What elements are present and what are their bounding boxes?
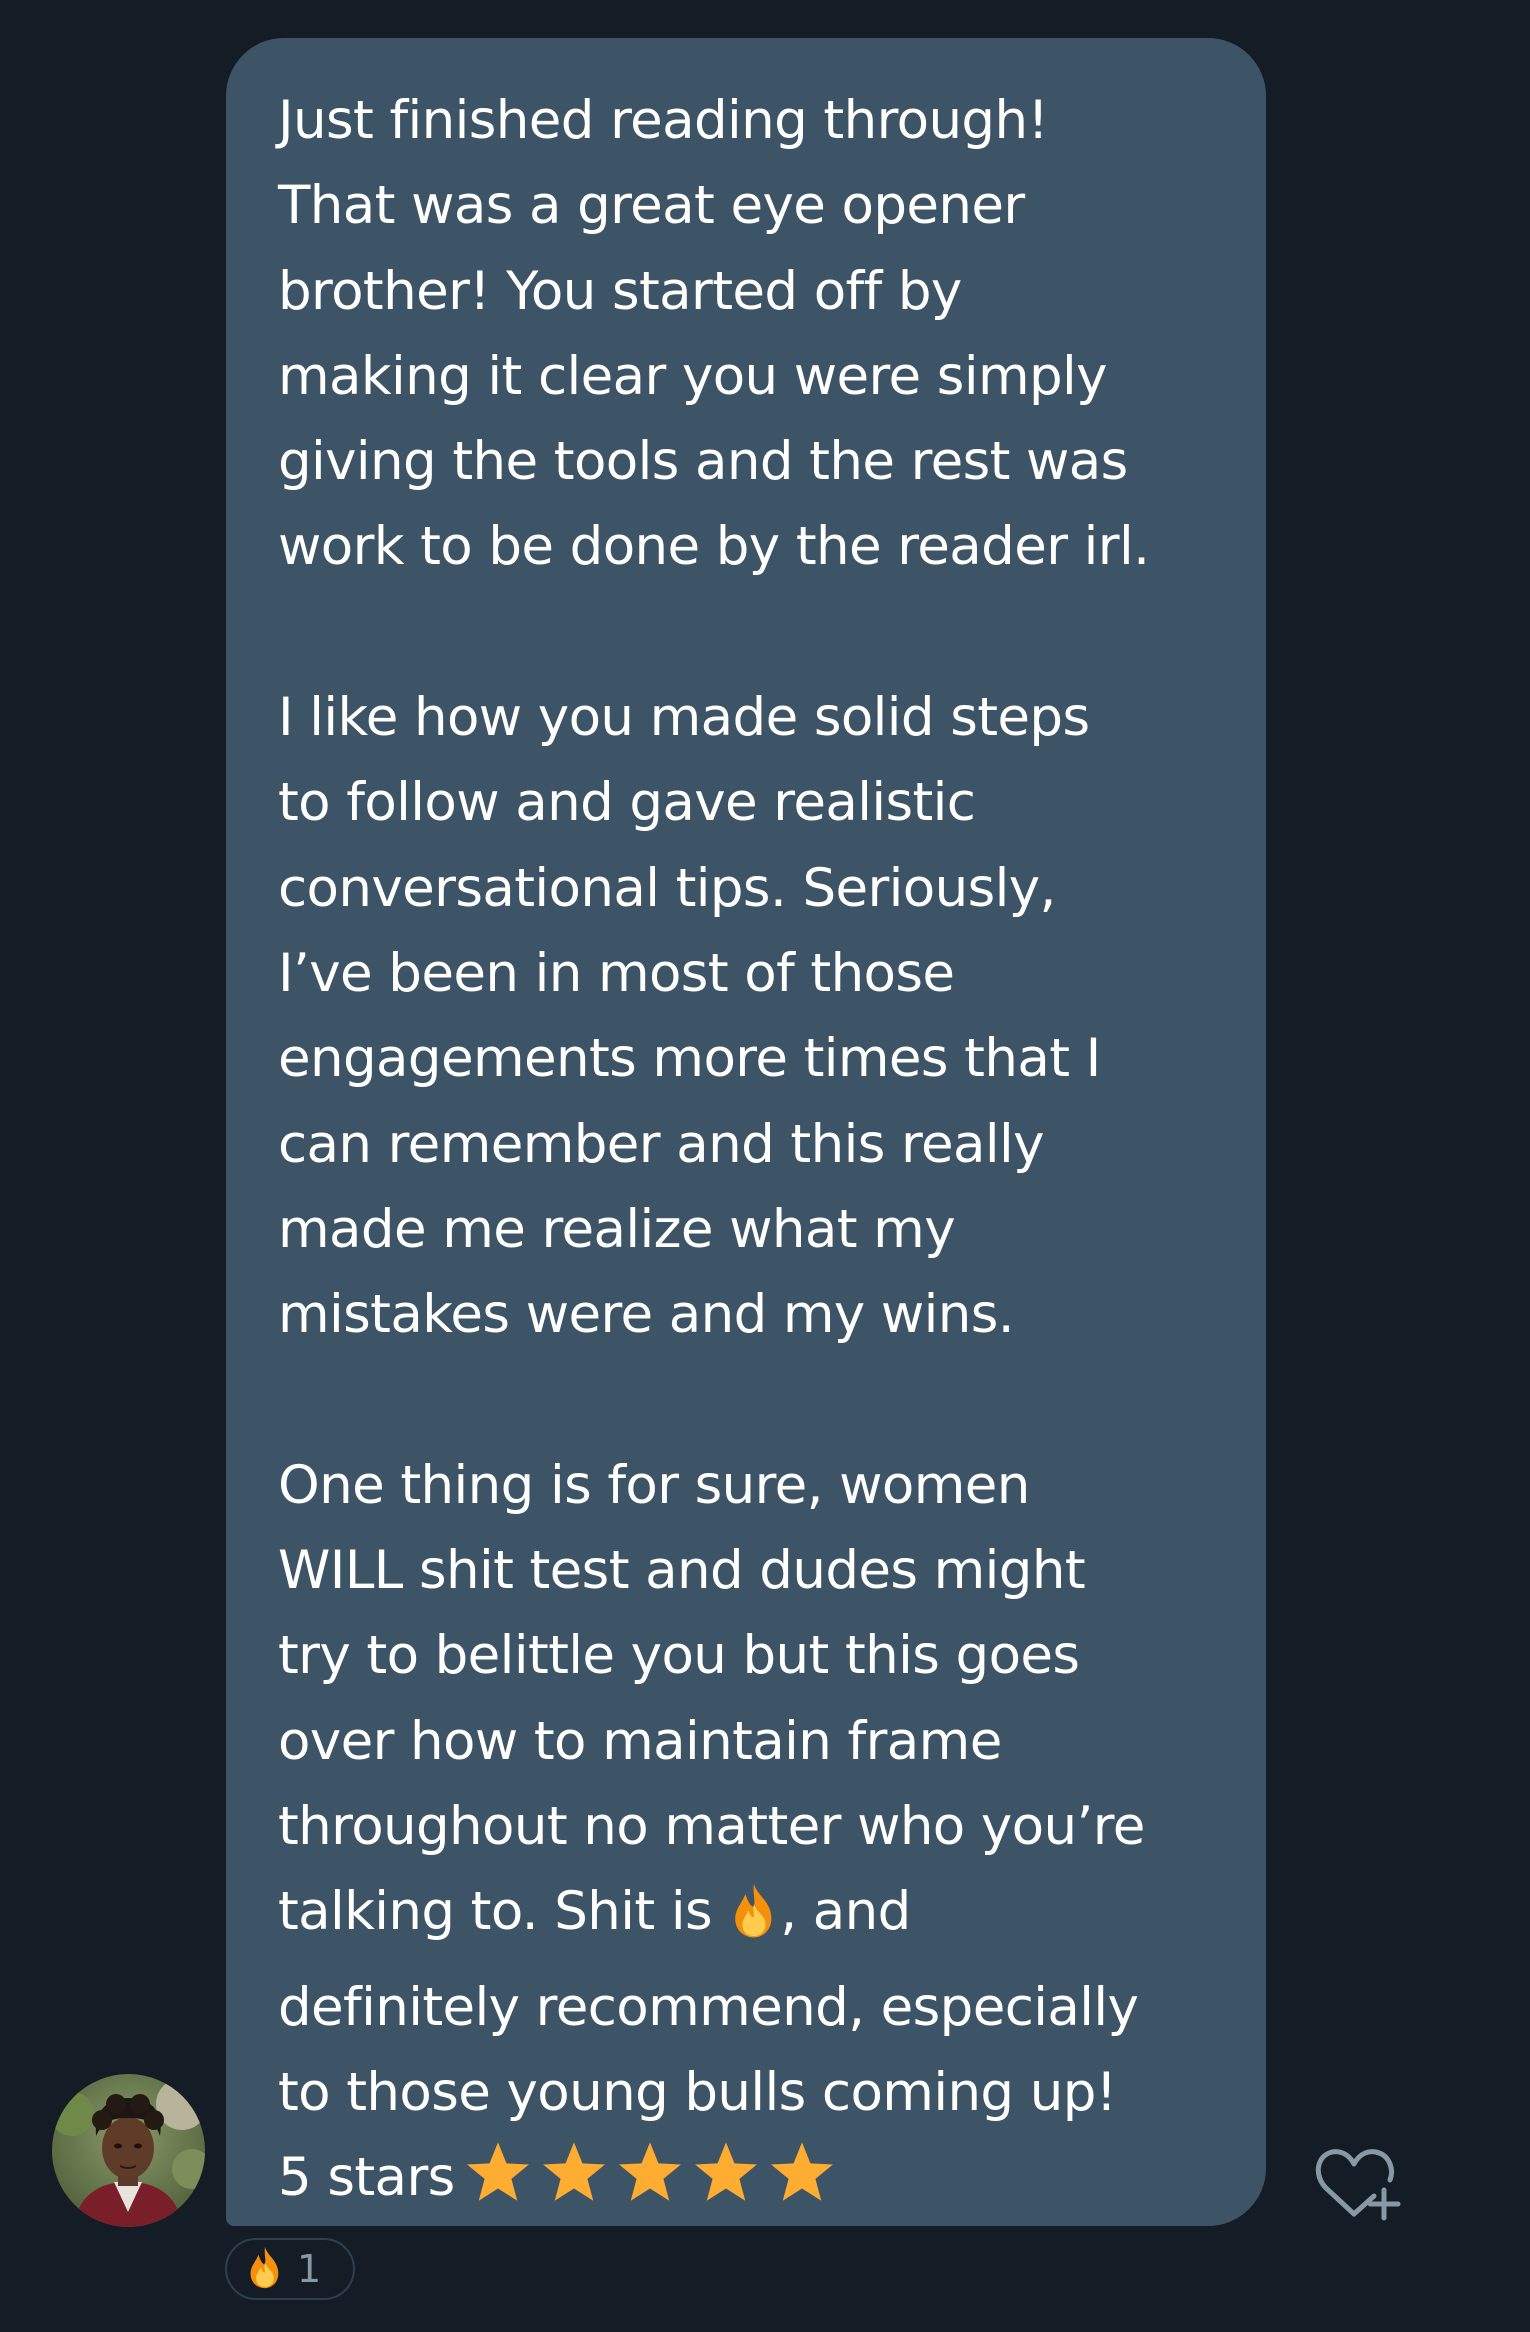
fire-emoji-icon — [245, 2244, 285, 2294]
message-text: Just finished reading through! That was … — [278, 78, 1226, 2232]
heart-plus-icon — [1315, 2149, 1401, 2221]
dm-conversation: Just finished reading through! That was … — [0, 0, 1530, 2332]
reaction-count: 1 — [297, 2247, 322, 2291]
message-paragraph-1: Just finished reading through! That was … — [278, 90, 1150, 578]
reaction-pill[interactable]: 1 — [225, 2238, 355, 2300]
star-icon — [542, 2142, 605, 2201]
star-icon — [466, 2142, 529, 2201]
star-icon — [694, 2142, 757, 2201]
user-avatar[interactable] — [52, 2074, 205, 2227]
star-rating — [463, 2139, 843, 2232]
add-reaction-button[interactable] — [1306, 2134, 1402, 2224]
star-icon — [770, 2142, 833, 2201]
message-paragraph-2: I like how you made solid steps to follo… — [278, 687, 1101, 1346]
star-icon — [618, 2142, 681, 2201]
message-bubble[interactable]: Just finished reading through! That was … — [226, 38, 1266, 2226]
message-paragraph-3: One thing is for sure, women WILL shit t… — [278, 1454, 1145, 1943]
rating-text: 5 stars — [278, 2147, 455, 2209]
fire-emoji-icon — [728, 1879, 780, 1964]
